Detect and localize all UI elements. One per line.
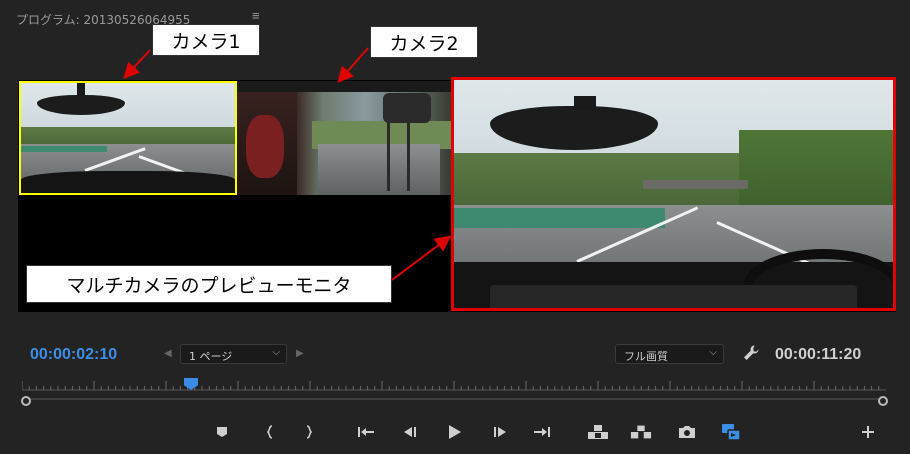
- camera1-arrow: [123, 49, 151, 79]
- camera2-thumbnail[interactable]: [237, 81, 451, 195]
- chevron-down-icon: ⌵: [709, 347, 717, 358]
- step-back-button[interactable]: [399, 422, 421, 442]
- zoom-handle-right[interactable]: [878, 396, 888, 406]
- play-button[interactable]: [444, 422, 466, 442]
- zoom-scrollbar[interactable]: [26, 398, 884, 400]
- play-icon: [449, 425, 461, 439]
- page-next-icon[interactable]: ▶: [296, 348, 304, 359]
- go-to-out-icon: [534, 427, 550, 437]
- page-prev-icon[interactable]: ◀: [164, 348, 172, 359]
- mark-out-icon: [306, 425, 313, 439]
- step-forward-icon: [494, 427, 506, 437]
- extract-button[interactable]: [630, 422, 652, 442]
- multicam-preview-monitor[interactable]: [451, 77, 896, 311]
- quality-select-value: フル画質: [624, 350, 668, 363]
- step-forward-button[interactable]: [489, 422, 511, 442]
- camera2-arrow: [337, 47, 369, 84]
- lift-button[interactable]: [587, 422, 609, 442]
- time-ruler[interactable]: [22, 378, 886, 392]
- mark-out-button[interactable]: [298, 422, 320, 442]
- button-editor-button[interactable]: [857, 422, 879, 442]
- playback-resolution-select[interactable]: フル画質 ⌵: [615, 344, 724, 364]
- wrench-icon[interactable]: [742, 344, 760, 362]
- plus-icon: [862, 426, 874, 438]
- export-frame-button[interactable]: [676, 422, 698, 442]
- duration-timecode: 00:00:11:20: [775, 346, 862, 363]
- extract-icon: [630, 425, 652, 439]
- chevron-down-icon: ⌵: [272, 347, 280, 358]
- camera1-callout: カメラ1: [152, 24, 260, 56]
- zoom-handle-left[interactable]: [21, 396, 31, 406]
- marker-icon: [217, 427, 227, 437]
- page-select[interactable]: 1 ページ ⌵: [180, 344, 287, 364]
- mark-in-button[interactable]: [259, 422, 281, 442]
- camera2-callout: カメラ2: [370, 26, 478, 58]
- toggle-multicam-button[interactable]: [720, 422, 742, 442]
- lift-icon: [588, 425, 608, 439]
- panel-menu-icon[interactable]: ≡: [252, 8, 260, 23]
- mark-in-icon: [266, 425, 273, 439]
- multicam-icon: [722, 424, 741, 441]
- go-to-in-button[interactable]: [355, 422, 377, 442]
- step-back-icon: [404, 427, 416, 437]
- go-to-out-button[interactable]: [531, 422, 553, 442]
- page-select-value: 1 ページ: [189, 350, 233, 363]
- camera1-thumbnail[interactable]: [19, 81, 237, 195]
- preview-monitor-callout: マルチカメラのプレビューモニタ: [26, 265, 392, 303]
- camera-icon: [679, 426, 695, 438]
- add-marker-button[interactable]: [211, 422, 233, 442]
- go-to-in-icon: [358, 427, 374, 437]
- current-timecode[interactable]: 00:00:02:10: [30, 346, 117, 364]
